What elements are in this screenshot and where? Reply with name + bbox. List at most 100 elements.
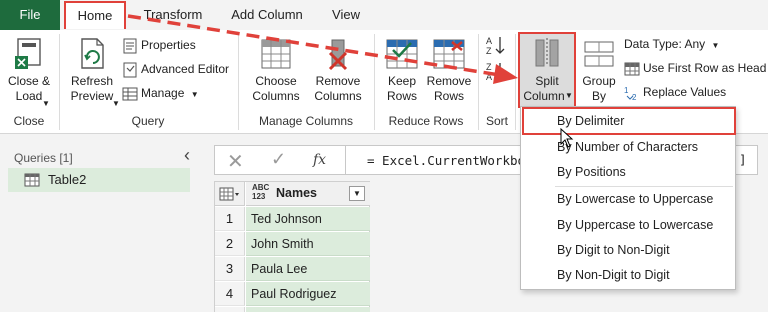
split-column-label-1: Split bbox=[535, 74, 559, 88]
table-headers-icon bbox=[624, 62, 640, 76]
x-icon[interactable]: ✕ bbox=[227, 149, 244, 174]
formula-text[interactable]: = Excel.CurrentWorkbo bbox=[367, 153, 525, 168]
table-icon bbox=[24, 173, 40, 187]
group-label-manage-columns: Manage Columns bbox=[258, 114, 354, 128]
remove-rows-label-1: Remove bbox=[426, 74, 472, 88]
row-number bbox=[215, 307, 245, 312]
tab-view[interactable]: View bbox=[324, 0, 368, 30]
remove-columns-label-2: Columns bbox=[314, 89, 362, 103]
row-number: 4 bbox=[215, 282, 245, 306]
remove-rows-icon bbox=[433, 39, 465, 69]
menu-item-digit-to-non-digit[interactable]: By Digit to Non-Digit bbox=[521, 238, 735, 262]
choose-columns-button[interactable]: Choose Columns bbox=[246, 36, 306, 104]
check-icon[interactable]: ✓ bbox=[271, 149, 286, 170]
replace-values-button[interactable]: 1 2 Replace Values bbox=[624, 83, 726, 101]
type-badge-bottom: 123 bbox=[252, 192, 266, 201]
remove-rows-label-2: Rows bbox=[433, 89, 464, 103]
power-query-editor: File Home Transform Add Column View Clos… bbox=[0, 0, 768, 312]
remove-columns-button[interactable]: Remove Columns bbox=[308, 36, 368, 104]
properties-button[interactable]: Properties bbox=[122, 36, 196, 54]
grid-corner[interactable] bbox=[215, 182, 245, 206]
table-cell[interactable]: John Smith bbox=[246, 232, 370, 256]
choose-columns-label-2: Columns bbox=[252, 89, 300, 103]
chevron-down-icon: ▼ bbox=[711, 41, 720, 50]
row-number: 1 bbox=[215, 207, 245, 231]
close-and-load-button[interactable]: Close & Load ▼ bbox=[4, 36, 54, 108]
manage-button[interactable]: Manage ▼ bbox=[122, 84, 199, 102]
properties-icon bbox=[123, 38, 137, 54]
close-and-load-icon bbox=[15, 38, 41, 69]
highlight-box bbox=[522, 107, 736, 135]
fx-icon[interactable]: fx bbox=[313, 152, 326, 168]
collapse-pane-icon[interactable]: ‹ bbox=[184, 145, 190, 166]
svg-text:1: 1 bbox=[624, 86, 629, 95]
tab-add-column[interactable]: Add Column bbox=[224, 0, 310, 30]
table-cell[interactable] bbox=[246, 307, 370, 312]
choose-columns-icon bbox=[261, 39, 291, 69]
remove-columns-label-1: Remove bbox=[315, 74, 361, 88]
ribbon-divider bbox=[238, 34, 239, 130]
filter-dropdown-icon[interactable]: ▼ bbox=[349, 186, 365, 201]
advanced-editor-icon bbox=[123, 62, 137, 78]
menu-item-lowercase-to-uppercase[interactable]: By Lowercase to Uppercase bbox=[521, 187, 735, 211]
tab-home[interactable]: Home bbox=[64, 1, 126, 29]
menu-item-non-digit-to-digit[interactable]: By Non-Digit to Digit bbox=[521, 263, 735, 287]
chevron-down-icon: ▼ bbox=[42, 99, 50, 108]
svg-text:Z: Z bbox=[486, 46, 492, 56]
tab-file[interactable]: File bbox=[0, 0, 60, 30]
advanced-editor-label: Advanced Editor bbox=[141, 62, 230, 76]
svg-text:2: 2 bbox=[632, 93, 637, 101]
group-label-query: Query bbox=[131, 114, 165, 128]
group-label-close: Close bbox=[13, 114, 45, 128]
sort-descending-icon: Z A bbox=[486, 62, 505, 82]
remove-rows-button[interactable]: Remove Rows bbox=[426, 36, 472, 104]
column-header-names[interactable]: ABC 123 Names ▼ bbox=[246, 182, 370, 206]
keep-rows-label-2: Rows bbox=[386, 89, 417, 103]
group-by-button[interactable]: Group By bbox=[578, 36, 620, 104]
queries-pane: Queries [1] ‹ Table2 bbox=[0, 135, 198, 312]
formula-divider bbox=[345, 146, 346, 174]
sort-ascending-icon: A Z bbox=[486, 36, 505, 56]
sort-ascending-button[interactable]: A Z bbox=[484, 34, 508, 56]
query-list-item[interactable]: Table2 bbox=[8, 168, 190, 192]
properties-label: Properties bbox=[141, 38, 196, 52]
queries-pane-title: Queries [1] bbox=[14, 151, 73, 165]
replace-values-icon: 1 2 bbox=[624, 86, 637, 101]
chevron-down-icon: ▼ bbox=[190, 90, 199, 99]
menu-item-uppercase-to-lowercase[interactable]: By Uppercase to Lowercase bbox=[521, 213, 735, 237]
keep-rows-button[interactable]: Keep Rows bbox=[380, 36, 424, 104]
menu-item-by-number-of-characters[interactable]: By Number of Characters bbox=[521, 135, 735, 159]
use-first-row-as-headers-button[interactable]: Use First Row as Head bbox=[624, 59, 766, 77]
chevron-down-icon: ▼ bbox=[112, 99, 120, 108]
split-column-label-2: Column bbox=[523, 89, 565, 103]
group-by-icon bbox=[584, 41, 614, 67]
ribbon-tab-bar: File Home Transform Add Column View bbox=[0, 0, 768, 30]
table-cell[interactable]: Paula Lee bbox=[246, 257, 370, 281]
chevron-down-icon: ▼ bbox=[565, 91, 573, 100]
tab-transform[interactable]: Transform bbox=[138, 0, 208, 30]
formula-text-end: ] bbox=[739, 152, 747, 167]
use-first-row-label: Use First Row as Head bbox=[643, 61, 767, 75]
keep-rows-icon bbox=[386, 39, 418, 69]
data-grid: ABC 123 Names ▼ 1 Ted Johnson 2 John Smi… bbox=[214, 181, 370, 312]
table-cell[interactable]: Paul Rodriguez bbox=[246, 282, 370, 306]
manage-icon bbox=[122, 87, 138, 101]
table-cell[interactable]: Ted Johnson bbox=[246, 207, 370, 231]
sort-descending-button[interactable]: Z A bbox=[484, 60, 508, 82]
remove-columns-icon bbox=[328, 39, 348, 71]
refresh-label-1: Refresh bbox=[70, 74, 114, 88]
refresh-preview-button[interactable]: Refresh Preview ▼ bbox=[64, 36, 120, 108]
group-label-reduce-rows: Reduce Rows bbox=[388, 114, 464, 128]
advanced-editor-button[interactable]: Advanced Editor bbox=[122, 60, 229, 78]
menu-item-by-positions[interactable]: By Positions bbox=[521, 160, 735, 184]
close-and-load-label-1: Close & bbox=[7, 74, 51, 88]
data-type-dropdown[interactable]: Data Type: Any ▼ bbox=[624, 35, 719, 53]
ribbon-divider bbox=[478, 34, 479, 130]
svg-text:Z: Z bbox=[486, 62, 492, 72]
row-number: 2 bbox=[215, 232, 245, 256]
refresh-icon bbox=[81, 38, 104, 69]
split-column-button[interactable]: Split Column ▼ bbox=[518, 32, 576, 108]
data-type-label: Data Type: Any bbox=[624, 37, 706, 51]
mouse-cursor-icon bbox=[560, 128, 574, 148]
group-by-label-2: By bbox=[591, 89, 606, 103]
